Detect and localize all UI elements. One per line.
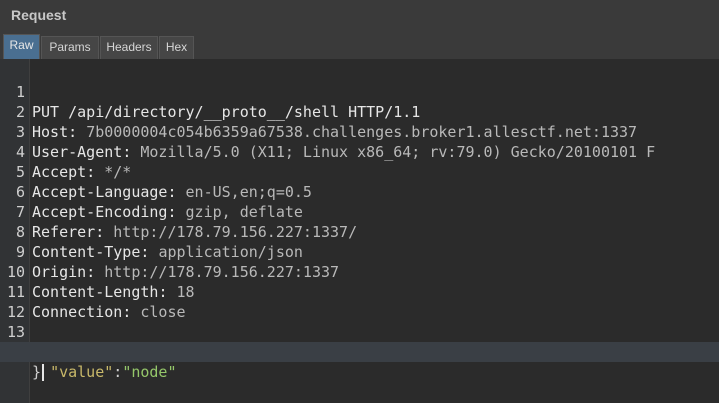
tab-hex[interactable]: Hex — [159, 36, 194, 59]
request-line[interactable]: 1 PUT /api/directory/__proto__/shell HTT… — [0, 62, 719, 121]
body-open-line[interactable]: 13 { — [0, 302, 719, 361]
header-line-content-length[interactable]: 10 Content-Length: 18 — [0, 242, 719, 301]
tab-headers[interactable]: Headers — [100, 36, 158, 59]
json-key: "value" — [50, 363, 114, 381]
body-value-line[interactable]: 14 "value":"node" — [0, 322, 719, 381]
json-value: "node" — [122, 363, 177, 381]
text-caret — [42, 364, 45, 381]
header-line-connection[interactable]: 11 Connection: close — [0, 262, 719, 321]
tab-raw[interactable]: Raw — [3, 34, 40, 59]
body-close-line[interactable]: } — [0, 342, 719, 381]
request-editor[interactable]: 1 PUT /api/directory/__proto__/shell HTT… — [0, 59, 719, 403]
panel-title: Request — [0, 0, 719, 33]
header-line-accept[interactable]: 4 Accept: */* — [0, 122, 719, 181]
json-colon: : — [113, 363, 123, 381]
editor-tabbar: Raw Params Headers Hex — [0, 33, 719, 59]
tab-params[interactable]: Params — [41, 36, 99, 59]
header-line-origin[interactable]: 9 Origin: http://178.79.156.227:1337 — [0, 222, 719, 281]
header-line-accept-encoding[interactable]: 6 Accept-Encoding: gzip, deflate — [0, 162, 719, 221]
header-line-accept-language[interactable]: 5 Accept-Language: en-US,en;q=0.5 — [0, 142, 719, 201]
json-close-brace: } — [32, 363, 42, 381]
header-line-referer[interactable]: 7 Referer: http://178.79.156.227:1337/ — [0, 182, 719, 241]
header-line-host[interactable]: 2 Host: 7b0000004c054b6359a67538.challen… — [0, 82, 719, 141]
blank-line[interactable]: 12 — [0, 282, 719, 321]
header-line-content-type[interactable]: 8 Content-Type: application/json — [0, 202, 719, 261]
header-line-user-agent[interactable]: 3 User-Agent: Mozilla/5.0 (X11; Linux x8… — [0, 102, 719, 161]
